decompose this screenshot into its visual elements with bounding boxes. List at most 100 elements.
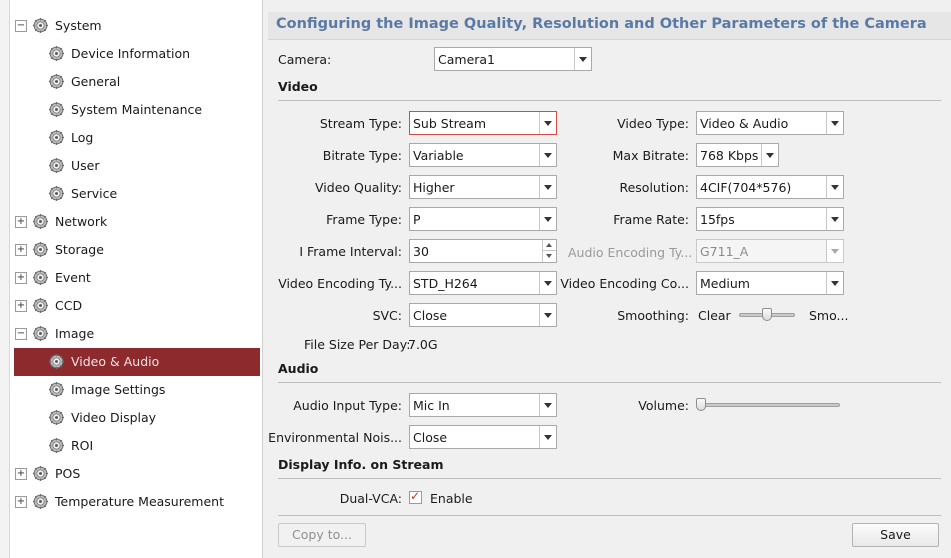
bitrate-type-value: Variable: [413, 148, 464, 163]
sidebar-item-label: Image: [55, 326, 95, 341]
environmental-noise-value: Close: [413, 430, 448, 445]
chevron-down-icon: [539, 144, 556, 166]
video-quality-select[interactable]: Higher: [409, 175, 557, 199]
volume-label: Volume:: [638, 398, 689, 413]
expand-icon[interactable]: +: [15, 468, 27, 480]
volume-slider-thumb[interactable]: [696, 398, 706, 411]
chevron-down-icon: [826, 208, 843, 230]
gear-icon: [48, 45, 65, 62]
video-type-select[interactable]: Video & Audio: [696, 111, 844, 135]
gear-icon: [48, 157, 65, 174]
sidebar-item-system-maintenance[interactable]: System Maintenance: [0, 96, 262, 124]
expand-icon[interactable]: +: [15, 300, 27, 312]
display-info-divider: [278, 478, 941, 479]
sidebar-item-label: System Maintenance: [71, 102, 203, 117]
page-title: Configuring the Image Quality, Resolutio…: [276, 16, 927, 32]
sidebar-item-video-audio[interactable]: Video & Audio: [14, 348, 260, 376]
sidebar-item-roi[interactable]: ROI: [0, 432, 262, 460]
sidebar-item-label: Service: [71, 186, 118, 201]
sidebar-item-storage[interactable]: + Storage: [0, 236, 262, 264]
stream-type-value: Sub Stream: [413, 116, 486, 131]
sidebar-item-label: Temperature Measurement: [55, 494, 224, 509]
config-window: − System Device Information General System M…: [0, 0, 951, 558]
bitrate-type-label: Bitrate Type:: [322, 148, 402, 163]
sidebar-item-label: POS: [55, 466, 81, 481]
sidebar-item-label: Image Settings: [71, 382, 166, 397]
spin-down-icon[interactable]: [542, 251, 556, 262]
collapse-icon[interactable]: −: [15, 20, 27, 32]
video-encoding-type-select[interactable]: STD_H264: [409, 271, 557, 295]
gear-icon: [32, 297, 49, 314]
frame-type-select[interactable]: P: [409, 207, 557, 231]
sidebar-item-ccd[interactable]: + CCD: [0, 292, 262, 320]
stream-type-label: Stream Type:: [319, 116, 402, 131]
sidebar-item-label: Storage: [55, 242, 104, 257]
video-section-title: Video: [278, 79, 318, 94]
sidebar-item-video-display[interactable]: Video Display: [0, 404, 262, 432]
resolution-value: 4CIF(704*576): [700, 180, 792, 195]
sidebar-item-network[interactable]: + Network: [0, 208, 262, 236]
resolution-select[interactable]: 4CIF(704*576): [696, 175, 844, 199]
save-button[interactable]: Save: [852, 523, 939, 547]
chevron-down-icon: [539, 112, 556, 134]
video-encoding-complexity-label: Video Encoding Co...: [560, 276, 689, 291]
chevron-down-icon: [539, 426, 556, 448]
bitrate-type-select[interactable]: Variable: [409, 143, 557, 167]
sidebar-item-label: CCD: [55, 298, 83, 313]
audio-encoding-type-select: G711_A: [696, 239, 844, 263]
dual-vca-checkbox[interactable]: ✓: [409, 489, 422, 504]
max-bitrate-select[interactable]: 768 Kbps: [696, 143, 779, 167]
display-info-section-title: Display Info. on Stream: [278, 457, 444, 472]
sidebar-item-system[interactable]: − System: [0, 12, 262, 40]
video-type-label: Video Type:: [617, 116, 689, 131]
frame-type-label: Frame Type:: [326, 212, 402, 227]
video-quality-label: Video Quality:: [315, 180, 402, 195]
chevron-down-icon: [539, 304, 556, 326]
sidebar-item-event[interactable]: + Event: [0, 264, 262, 292]
i-frame-interval-value: 30: [413, 244, 429, 259]
audio-input-type-select[interactable]: Mic In: [409, 393, 557, 417]
sidebar-item-image-settings[interactable]: Image Settings: [0, 376, 262, 404]
title-bar: Configuring the Image Quality, Resolutio…: [268, 12, 951, 40]
sidebar-item-image[interactable]: − Image: [0, 320, 262, 348]
sidebar-item-log[interactable]: Log: [0, 124, 262, 152]
sidebar-item-label: Video & Audio: [71, 354, 160, 369]
sidebar-item-pos[interactable]: + POS: [0, 460, 262, 488]
expand-icon[interactable]: +: [15, 216, 27, 228]
frame-type-value: P: [413, 212, 421, 227]
camera-label: Camera:: [278, 52, 332, 67]
expand-icon[interactable]: +: [15, 244, 27, 256]
sidebar-item-label: Video Display: [71, 410, 157, 425]
gear-icon: [48, 381, 65, 398]
video-encoding-complexity-select[interactable]: Medium: [696, 271, 844, 295]
collapse-icon[interactable]: −: [15, 328, 27, 340]
file-size-label: File Size Per Day:: [304, 337, 411, 352]
stream-type-select[interactable]: Sub Stream: [409, 111, 557, 135]
gear-icon: [48, 129, 65, 146]
sidebar-item-label: User: [71, 158, 100, 173]
copy-to-button[interactable]: Copy to...: [278, 523, 366, 547]
gear-icon: [48, 409, 65, 426]
sidebar-item-temperature-measurement[interactable]: + Temperature Measurement: [0, 488, 262, 516]
main-panel: Configuring the Image Quality, Resolutio…: [268, 0, 951, 558]
smoothing-slider-thumb[interactable]: [762, 308, 772, 321]
camera-select[interactable]: Camera1: [434, 47, 592, 71]
audio-divider: [278, 382, 941, 383]
sidebar-item-service[interactable]: Service: [0, 180, 262, 208]
gear-icon: [48, 185, 65, 202]
smoothing-label: Smoothing:: [617, 308, 689, 323]
sidebar-item-general[interactable]: General: [0, 68, 262, 96]
gear-icon: [32, 325, 49, 342]
sidebar-item-user[interactable]: User: [0, 152, 262, 180]
sidebar-item-device-information[interactable]: Device Information: [0, 40, 262, 68]
frame-rate-select[interactable]: 15fps: [696, 207, 844, 231]
volume-slider-track[interactable]: [696, 403, 840, 407]
i-frame-interval-spinbox[interactable]: 30: [409, 239, 557, 263]
environmental-noise-select[interactable]: Close: [409, 425, 557, 449]
sidebar-item-label: Network: [55, 214, 108, 229]
video-quality-value: Higher: [413, 180, 455, 195]
expand-icon[interactable]: +: [15, 272, 27, 284]
expand-icon[interactable]: +: [15, 496, 27, 508]
spin-up-icon[interactable]: [542, 240, 556, 251]
svc-select[interactable]: Close: [409, 303, 557, 327]
